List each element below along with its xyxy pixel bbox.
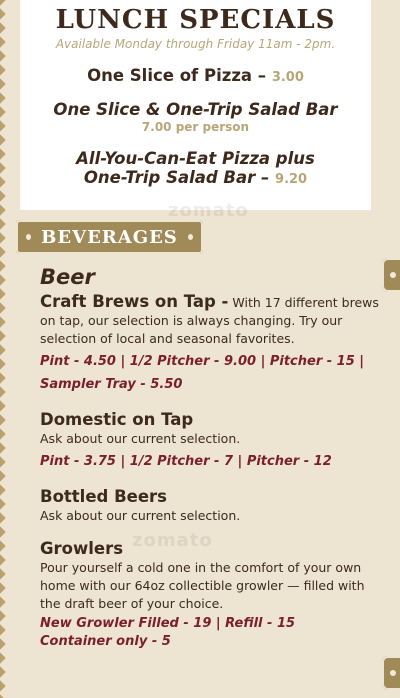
- decorative-left-border: [0, 0, 10, 698]
- beverages-banner-label: BEVERAGES: [41, 226, 178, 248]
- decorative-right-tab: [382, 656, 400, 690]
- special-item-3-line2: One-Trip Salad Bar –: [83, 168, 270, 187]
- beer-category-heading: Beer: [40, 265, 95, 289]
- lunch-specials-panel: LUNCH SPECIALS Available Monday through …: [20, 0, 371, 210]
- beverages-banner: BEVERAGES: [16, 220, 203, 254]
- craft-brews-section: Craft Brews on Tap - With 17 different b…: [40, 292, 385, 396]
- craft-brews-prices: Pint - 4.50 | 1/2 Pitcher - 9.00 | Pitch…: [40, 350, 385, 396]
- lunch-specials-title: LUNCH SPECIALS: [55, 5, 336, 35]
- craft-brews-prices-line2: Sampler Tray - 5.50: [40, 377, 183, 392]
- domestic-prices: Pint - 3.75 | 1/2 Pitcher - 7 | Pitcher …: [40, 454, 332, 469]
- growlers-prices: New Growler Filled - 19 | Refill - 15 Co…: [40, 615, 385, 651]
- growlers-prices-line2: Container only - 5: [40, 634, 171, 649]
- special-item-1: One Slice of Pizza – 3.00: [20, 65, 371, 88]
- craft-brews-title: Craft Brews on Tap -: [40, 292, 229, 311]
- bullet-dot-icon: [390, 272, 396, 278]
- domestic-title: Domestic on Tap: [40, 410, 194, 429]
- special-item-2-name: One Slice & One-Trip Salad Bar: [53, 100, 338, 119]
- beverages-content: Beer Craft Brews on Tap - With 17 differ…: [40, 264, 385, 651]
- growlers-prices-line1: New Growler Filled - 19 | Refill - 15: [40, 616, 296, 631]
- special-item-3: All-You-Can-Eat Pizza plus One-Trip Sala…: [20, 149, 371, 189]
- growlers-description: Pour yourself a cold one in the comfort …: [40, 560, 365, 611]
- bullet-dot-icon: [390, 670, 396, 676]
- special-item-3-price: 9.20: [275, 172, 308, 187]
- special-item-1-name: One Slice of Pizza –: [87, 66, 267, 85]
- watermark: zomato: [168, 200, 249, 221]
- bullet-dot-icon: [26, 234, 32, 240]
- craft-brews-prices-line1: Pint - 4.50 | 1/2 Pitcher - 9.00 | Pitch…: [40, 354, 365, 369]
- bottled-description: Ask about our current selection.: [40, 508, 241, 523]
- bottled-title: Bottled Beers: [40, 487, 168, 506]
- special-item-2-price: 7.00 per person: [141, 120, 250, 134]
- special-item-1-price: 3.00: [271, 70, 304, 85]
- specials-availability: Available Monday through Friday 11am - 2…: [55, 37, 336, 51]
- growlers-title: Growlers: [40, 539, 124, 558]
- bottled-section: Bottled Beers Ask about our current sele…: [40, 487, 385, 525]
- growlers-section: Growlers Pour yourself a cold one in the…: [40, 539, 385, 651]
- special-item-3-line1: All-You-Can-Eat Pizza plus: [76, 149, 315, 168]
- domestic-section: Domestic on Tap Ask about our current se…: [40, 410, 385, 473]
- special-item-2: One Slice & One-Trip Salad Bar: [20, 99, 371, 120]
- bullet-dot-icon: [187, 234, 193, 240]
- domestic-description: Ask about our current selection.: [40, 431, 241, 446]
